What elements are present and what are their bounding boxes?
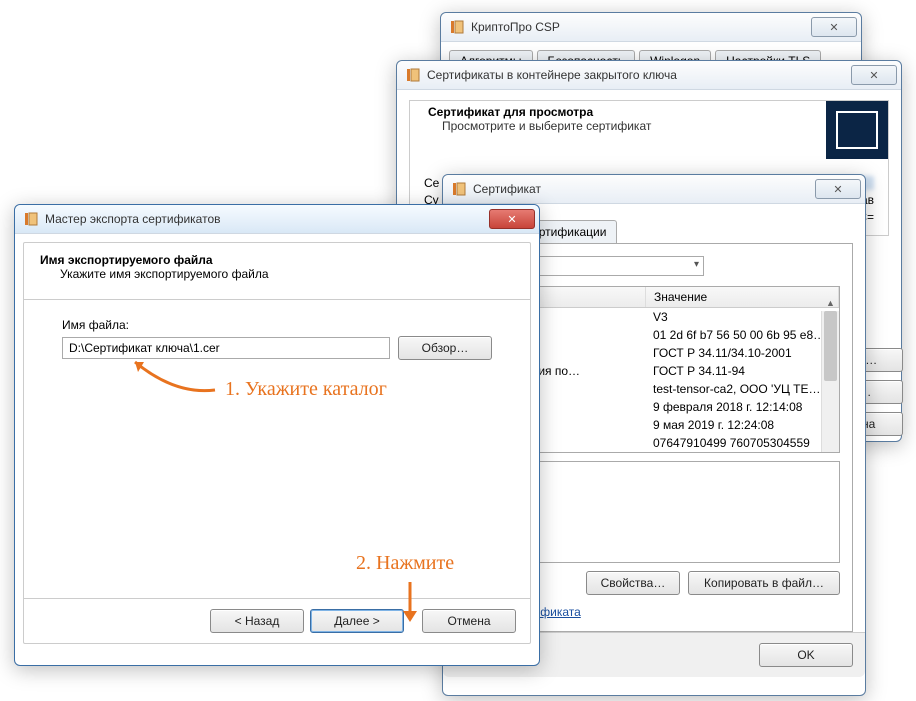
back-button[interactable]: < Назад [210,609,304,633]
header-title: Сертификат для просмотра [428,105,820,119]
header-subtitle: Просмотрите и выберите сертификат [428,119,820,133]
browse-button[interactable]: Обзор… [398,336,492,360]
wizard-inner: Имя файла: Обзор… [24,306,530,372]
window-title: Мастер экспорта сертификатов [45,212,221,226]
close-button[interactable]: ✕ [851,65,897,85]
wizard-header: Имя экспортируемого файла Укажите имя эк… [24,243,530,293]
file-name-label: Имя файла: [62,318,492,332]
app-icon [451,181,467,197]
titlebar-cert: Сертификат ✕ [443,175,865,204]
close-button[interactable]: ✕ [815,179,861,199]
certificate-icon [826,101,888,159]
scroll-thumb[interactable] [824,311,837,381]
wizard-heading: Имя экспортируемого файла [40,253,514,267]
app-icon [449,19,465,35]
wizard-footer: < Назад Далее > Отмена [24,598,530,643]
close-button[interactable]: ✕ [489,209,535,229]
titlebar-wizard: Мастер экспорта сертификатов ✕ [15,205,539,234]
window-title: КриптоПро CSP [471,20,560,34]
app-icon [405,67,421,83]
scrollbar[interactable]: ▲ [821,311,839,452]
app-icon [23,211,39,227]
window-title: Сертификат [473,182,541,196]
col-value-header: Значение [646,287,839,307]
divider [24,299,530,300]
next-button[interactable]: Далее > [310,609,404,633]
window-title: Сертификаты в контейнере закрытого ключа [427,68,677,82]
wizard-body: Имя экспортируемого файла Укажите имя эк… [23,242,531,644]
copy-to-file-button[interactable]: Копировать в файл… [688,571,840,595]
file-name-input[interactable] [62,337,390,359]
close-button[interactable]: ✕ [811,17,857,37]
cancel-button[interactable]: Отмена [422,609,516,633]
ok-button[interactable]: OK [759,643,853,667]
wizard-subheading: Укажите имя экспортируемого файла [40,267,514,281]
scroll-up-icon[interactable]: ▲ [822,294,839,311]
properties-button[interactable]: Свойства… [586,571,680,595]
titlebar-container: Сертификаты в контейнере закрытого ключа… [397,61,901,90]
window-export-wizard: Мастер экспорта сертификатов ✕ Имя экспо… [14,204,540,666]
titlebar-csp: КриптоПро CSP ✕ [441,13,861,42]
